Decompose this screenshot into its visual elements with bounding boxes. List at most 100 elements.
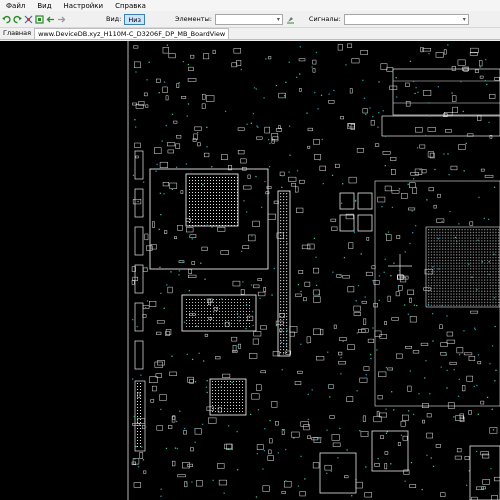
cpu-socket-pad bbox=[442, 229, 444, 231]
bga-ball bbox=[228, 207, 229, 208]
cpu-socket-pad bbox=[495, 299, 497, 301]
header-pin bbox=[140, 443, 141, 444]
cpu-socket-pad bbox=[472, 285, 475, 287]
menu-view[interactable]: Вид bbox=[36, 1, 52, 11]
signal-pad bbox=[342, 340, 344, 342]
cpu-socket-pad bbox=[495, 231, 497, 234]
zoom-selection-icon[interactable] bbox=[35, 14, 44, 24]
signal-pad bbox=[385, 366, 388, 369]
smd-component bbox=[427, 151, 435, 158]
cpu-socket-pad bbox=[489, 251, 491, 253]
superio-pin bbox=[234, 311, 235, 312]
smd-component bbox=[267, 455, 274, 461]
signal-pad bbox=[357, 285, 360, 287]
tab-boardview-file[interactable]: www.DeviceDB.xyz_H110M-C_D3206F_DP_MB_Bo… bbox=[34, 28, 230, 39]
signal-pad bbox=[430, 457, 432, 459]
elements-combo[interactable]: ▾ bbox=[214, 13, 283, 25]
cpu-socket-pad bbox=[498, 257, 500, 259]
cpu-socket-pad bbox=[478, 299, 480, 301]
connector-pin bbox=[280, 262, 282, 264]
cpu-socket-pad bbox=[430, 229, 433, 231]
cpu-socket-pad bbox=[481, 229, 483, 231]
smd-component bbox=[337, 44, 343, 51]
cpu-socket-pad bbox=[486, 299, 489, 301]
header-pin bbox=[137, 437, 138, 438]
zoom-fit-icon[interactable] bbox=[24, 15, 33, 24]
connector-pin bbox=[283, 265, 285, 267]
cpu-socket-pad bbox=[450, 262, 452, 264]
signal-pad bbox=[300, 343, 302, 345]
cpu-socket-pad bbox=[450, 254, 452, 256]
smd-component bbox=[344, 475, 349, 479]
cpu-socket-pad bbox=[453, 271, 455, 273]
signal-pad bbox=[238, 320, 241, 322]
menu-settings[interactable]: Настройки bbox=[63, 1, 105, 11]
connector-pin bbox=[286, 313, 288, 315]
cpu-socket-core bbox=[425, 226, 500, 308]
view-bottom-button[interactable]: Низ bbox=[124, 13, 145, 25]
superio-pin bbox=[246, 311, 247, 312]
rotate-right-icon[interactable] bbox=[13, 15, 22, 24]
cpu-socket-pad bbox=[478, 287, 480, 290]
signal-pad bbox=[488, 273, 490, 275]
superio-pin bbox=[234, 302, 235, 303]
cpu-socket-pad bbox=[475, 290, 477, 292]
cpu-socket-pad bbox=[478, 279, 480, 281]
menu-file[interactable]: Файл bbox=[5, 1, 26, 11]
signal-pad bbox=[404, 251, 406, 253]
bga-ball bbox=[231, 204, 232, 205]
signal-pad bbox=[419, 168, 421, 171]
signals-combo[interactable]: ▾ bbox=[343, 13, 469, 25]
header-pin bbox=[140, 431, 141, 432]
audio-chip-pin bbox=[230, 387, 231, 388]
superio-pin bbox=[231, 320, 232, 321]
cpu-socket-pad bbox=[495, 296, 497, 298]
connector-pin bbox=[283, 349, 285, 351]
tab-home[interactable]: Главная bbox=[0, 28, 34, 39]
cpu-socket-pad bbox=[461, 240, 463, 242]
cpu-socket-pad bbox=[478, 245, 480, 248]
highlight-icon[interactable] bbox=[286, 15, 295, 24]
header-pin bbox=[137, 398, 138, 399]
bga-ball bbox=[231, 216, 232, 217]
smd-component bbox=[376, 410, 380, 417]
cpu-socket-pad bbox=[470, 296, 472, 298]
cpu-socket-pad bbox=[461, 234, 463, 236]
arrow-right-icon[interactable] bbox=[57, 15, 66, 24]
cpu-socket-pad bbox=[456, 296, 458, 298]
smd-component bbox=[260, 325, 267, 330]
bga-ball bbox=[225, 225, 226, 226]
bga-ball bbox=[225, 204, 226, 205]
bga-ball bbox=[222, 216, 223, 217]
cpu-socket-pad bbox=[498, 285, 500, 287]
rotate-left-icon[interactable] bbox=[2, 15, 11, 24]
header-pin bbox=[137, 416, 138, 417]
bga-ball bbox=[198, 207, 199, 208]
signal-pad bbox=[187, 63, 190, 66]
cpu-socket-pad bbox=[461, 290, 463, 292]
cpu-socket-pad bbox=[481, 257, 483, 259]
cpu-socket-pad bbox=[428, 262, 430, 264]
board-view-canvas[interactable] bbox=[0, 41, 500, 500]
cpu-socket-pad bbox=[442, 271, 444, 273]
pcb-layout[interactable] bbox=[0, 41, 500, 500]
smd-component bbox=[190, 54, 195, 59]
signal-pad bbox=[489, 363, 491, 365]
superio-pin bbox=[249, 323, 250, 324]
cpu-socket-pad bbox=[492, 287, 494, 290]
menu-help[interactable]: Справка bbox=[114, 1, 147, 11]
smd-component bbox=[480, 168, 485, 172]
smd-component bbox=[194, 126, 202, 131]
smd-component bbox=[426, 432, 433, 439]
cpu-socket-pad bbox=[453, 251, 455, 253]
audio-chip-pin bbox=[212, 408, 213, 409]
header-pin bbox=[137, 431, 138, 432]
bga-ball bbox=[216, 207, 217, 208]
cpu-socket-pad bbox=[472, 304, 475, 306]
arrow-left-icon[interactable] bbox=[46, 15, 55, 24]
cpu-socket-pad bbox=[489, 265, 491, 267]
signal-pad bbox=[382, 110, 384, 112]
signal-pad bbox=[493, 186, 496, 188]
superio-pin bbox=[210, 323, 211, 324]
left-connector bbox=[134, 302, 144, 332]
